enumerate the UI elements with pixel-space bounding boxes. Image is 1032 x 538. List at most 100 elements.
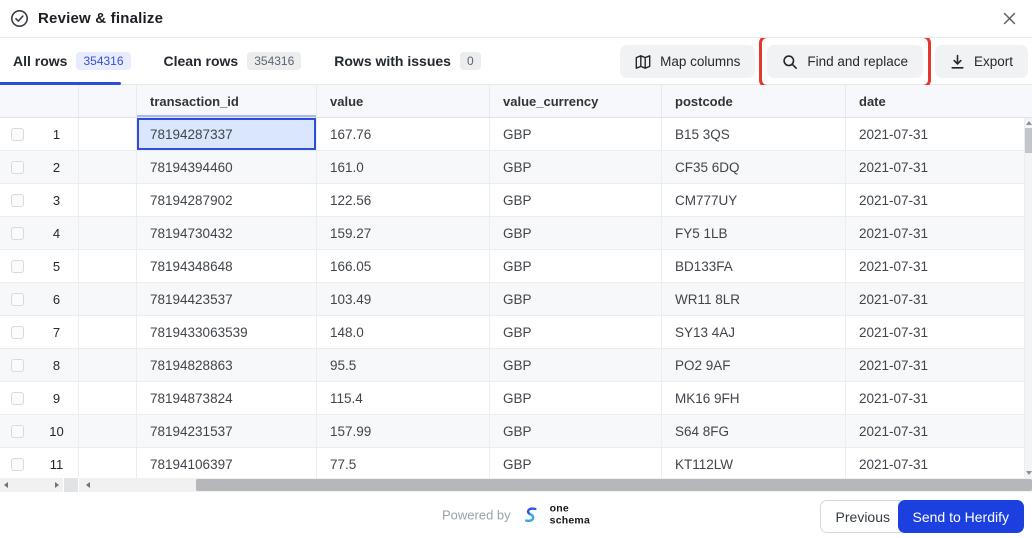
tab-all-rows[interactable]: All rows 354316 [13,52,131,70]
cell-transaction-id[interactable]: 78194394460 [137,151,317,183]
horizontal-scrollbar[interactable] [79,478,1032,492]
row-number[interactable]: 11 [35,448,79,478]
cell-value[interactable]: 166.05 [317,250,490,282]
cell-transaction-id[interactable]: 78194287902 [137,184,317,216]
cell-value[interactable]: 115.4 [317,382,490,414]
row-checkbox[interactable] [11,358,24,372]
previous-button[interactable]: Previous [819,500,906,533]
row-number[interactable]: 4 [35,217,79,249]
column-header-postcode[interactable]: postcode [662,85,846,117]
cell-value-currency[interactable]: GBP [490,283,662,315]
column-header-value-currency[interactable]: value_currency [490,85,662,117]
column-header-transaction-id[interactable]: transaction_id [137,85,317,117]
cell-postcode[interactable]: MK16 9FH [662,382,846,414]
row-number[interactable]: 7 [35,316,79,348]
cell-date[interactable]: 2021-07-31 [846,250,1025,282]
cell-transaction-id[interactable]: 78194106397 [137,448,317,478]
cell-postcode[interactable]: BD133FA [662,250,846,282]
cell-date[interactable]: 2021-07-31 [846,184,1025,216]
cell-date[interactable]: 2021-07-31 [846,316,1025,348]
cell-date[interactable]: 2021-07-31 [846,118,1025,150]
export-button[interactable]: Export [934,45,1028,78]
cell-postcode[interactable]: B15 3QS [662,118,846,150]
cell-date[interactable]: 2021-07-31 [846,415,1025,447]
row-checkbox[interactable] [11,127,24,141]
row-checkbox[interactable] [11,259,24,273]
cell-date[interactable]: 2021-07-31 [846,283,1025,315]
cell-value-currency[interactable]: GBP [490,151,662,183]
cell-date[interactable]: 2021-07-31 [846,151,1025,183]
row-number[interactable]: 8 [35,349,79,381]
row-number[interactable]: 10 [35,415,79,447]
send-to-herdify-button[interactable]: Send to Herdify [897,500,1024,533]
cell-value-currency[interactable]: GBP [490,415,662,447]
cell-transaction-id[interactable]: 78194348648 [137,250,317,282]
cell-date[interactable]: 2021-07-31 [846,448,1025,478]
cell-value-currency[interactable]: GBP [490,118,662,150]
cell-value-currency[interactable]: GBP [490,250,662,282]
row-checkbox[interactable] [11,292,24,306]
find-and-replace-button[interactable]: Find and replace [767,45,923,78]
cell-transaction-id[interactable]: 78194231537 [137,415,317,447]
horizontal-scrollbar-thumb[interactable] [196,479,1032,491]
scroll-up-arrow-icon[interactable] [1026,121,1032,125]
cell-value[interactable]: 148.0 [317,316,490,348]
cell-value[interactable]: 161.0 [317,151,490,183]
cell-value-currency[interactable]: GBP [490,316,662,348]
cell-value[interactable]: 122.56 [317,184,490,216]
cell-postcode[interactable]: SY13 4AJ [662,316,846,348]
cell-transaction-id[interactable]: 78194730432 [137,217,317,249]
scroll-left-arrow-icon[interactable] [4,482,8,488]
row-checkbox[interactable] [11,193,24,207]
row-checkbox[interactable] [11,391,24,405]
cell-postcode[interactable]: CF35 6DQ [662,151,846,183]
cell-date[interactable]: 2021-07-31 [846,349,1025,381]
column-header-value[interactable]: value [317,85,490,117]
cell-transaction-id[interactable]: 78194828863 [137,349,317,381]
cell-value[interactable]: 95.5 [317,349,490,381]
cell-value-currency[interactable]: GBP [490,448,662,478]
vertical-scrollbar-thumb[interactable] [1025,128,1032,153]
cell-postcode[interactable]: WR11 8LR [662,283,846,315]
cell-value-currency[interactable]: GBP [490,184,662,216]
row-checkbox[interactable] [11,325,24,339]
row-number[interactable]: 1 [35,118,79,150]
row-checkbox[interactable] [11,457,24,471]
cell-value[interactable]: 103.49 [317,283,490,315]
cell-value[interactable]: 167.76 [317,118,490,150]
cell-value-currency[interactable]: GBP [490,382,662,414]
cell-postcode[interactable]: FY5 1LB [662,217,846,249]
cell-transaction-id[interactable]: 78194423537 [137,283,317,315]
cell-value-currency[interactable]: GBP [490,349,662,381]
row-checkbox[interactable] [11,160,24,174]
cell-transaction-id[interactable]: 78194287337 [137,118,317,150]
row-checkbox[interactable] [11,226,24,240]
vertical-scrollbar[interactable] [1025,118,1032,478]
tab-clean-rows[interactable]: Clean rows 354316 [164,52,302,70]
row-number[interactable]: 9 [35,382,79,414]
row-checkbox[interactable] [11,424,24,438]
scroll-right-arrow-icon[interactable] [55,482,59,488]
cell-date[interactable]: 2021-07-31 [846,217,1025,249]
cell-transaction-id[interactable]: 7819433063539 [137,316,317,348]
cell-value[interactable]: 77.5 [317,448,490,478]
row-number[interactable]: 2 [35,151,79,183]
row-number[interactable]: 5 [35,250,79,282]
cell-value-currency[interactable]: GBP [490,217,662,249]
scroll-down-arrow-icon[interactable] [1026,471,1032,475]
column-header-date[interactable]: date [846,85,1032,117]
row-number[interactable]: 6 [35,283,79,315]
cell-postcode[interactable]: S64 8FG [662,415,846,447]
cell-postcode[interactable]: CM777UY [662,184,846,216]
close-icon[interactable] [998,8,1020,30]
map-columns-button[interactable]: Map columns [620,45,756,78]
frozen-columns-scrollbar[interactable] [0,478,63,492]
cell-postcode[interactable]: PO2 9AF [662,349,846,381]
tab-rows-with-issues[interactable]: Rows with issues 0 [334,52,481,70]
scroll-left-arrow-icon[interactable] [86,481,90,488]
cell-transaction-id[interactable]: 78194873824 [137,382,317,414]
cell-date[interactable]: 2021-07-31 [846,382,1025,414]
cell-postcode[interactable]: KT112LW [662,448,846,478]
cell-value[interactable]: 157.99 [317,415,490,447]
cell-value[interactable]: 159.27 [317,217,490,249]
